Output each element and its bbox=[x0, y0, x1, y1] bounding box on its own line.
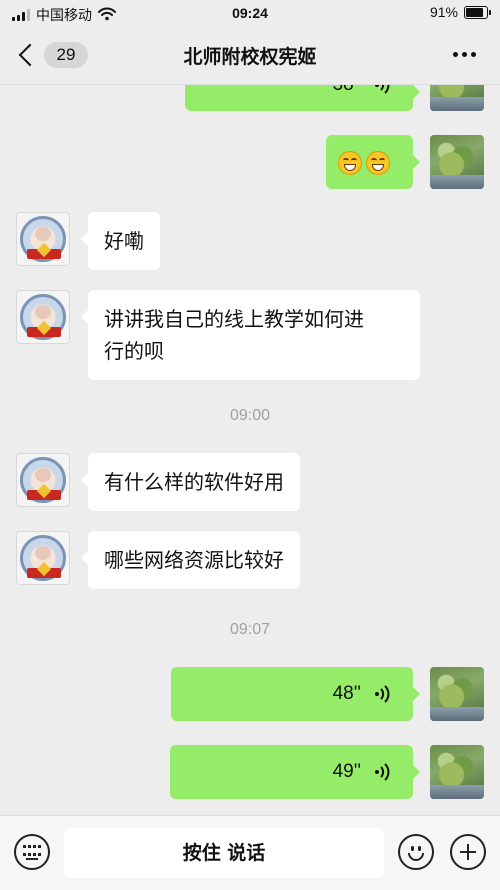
avatar-me[interactable] bbox=[430, 135, 484, 189]
voice-wave-icon bbox=[373, 762, 393, 782]
emoji-icon[interactable] bbox=[398, 834, 434, 870]
voice-duration: 48'' bbox=[332, 683, 361, 704]
avatar-contact[interactable] bbox=[16, 453, 70, 507]
keyboard-icon[interactable] bbox=[14, 834, 50, 870]
message-text-line: 行的呗 bbox=[104, 339, 164, 363]
battery-percent: 91% bbox=[429, 4, 458, 20]
voice-wave-icon bbox=[373, 85, 393, 95]
text-message[interactable]: 好嘞 bbox=[81, 212, 160, 270]
grinning-face-icon bbox=[366, 150, 390, 175]
chat-title: 北师附校权宪姬 bbox=[183, 46, 317, 68]
message-text: 好嘞 bbox=[104, 229, 144, 253]
timestamp: 09:07 bbox=[229, 621, 271, 638]
avatar-contact[interactable] bbox=[16, 212, 70, 266]
plus-icon[interactable] bbox=[450, 834, 486, 870]
voice-duration: 49'' bbox=[332, 761, 361, 782]
voice-message[interactable]: 48'' bbox=[171, 667, 420, 721]
voice-wave-icon bbox=[373, 684, 393, 704]
status-bar: 中国移动 09:24 91% bbox=[0, 0, 500, 28]
avatar-contact[interactable] bbox=[16, 290, 70, 344]
avatar-me[interactable] bbox=[430, 667, 484, 721]
timestamp: 09:00 bbox=[229, 407, 271, 424]
voice-duration: 38'' bbox=[333, 85, 361, 101]
text-message[interactable]: 有什么样的软件好用 bbox=[81, 453, 300, 511]
message-text: 有什么样的软件好用 bbox=[104, 470, 284, 494]
status-right: 91% bbox=[429, 4, 491, 20]
text-message[interactable]: 讲讲我自己的线上教学如何进 行的呗 bbox=[81, 290, 420, 380]
hold-to-talk-button[interactable]: 按住 说话 bbox=[64, 828, 384, 878]
avatar-me[interactable] bbox=[430, 85, 484, 111]
message-text-line: 讲讲我自己的线上教学如何进 bbox=[104, 307, 364, 331]
emoji-message[interactable] bbox=[326, 135, 420, 189]
message-text: 哪些网络资源比较好 bbox=[104, 548, 284, 572]
voice-message[interactable]: 49'' bbox=[170, 745, 420, 799]
avatar-me[interactable] bbox=[430, 745, 484, 799]
grinning-face-icon bbox=[338, 150, 362, 175]
text-message[interactable]: 哪些网络资源比较好 bbox=[81, 531, 300, 589]
status-time: 09:24 bbox=[232, 5, 268, 21]
more-icon[interactable] bbox=[453, 52, 476, 57]
voice-message[interactable]: 38'' bbox=[185, 85, 420, 111]
avatar-contact[interactable] bbox=[16, 531, 70, 585]
message-list[interactable]: 38'' 好嘞 讲讲我自己的线上教学如何进 行的呗 09:00 有什么样的软件好… bbox=[0, 85, 500, 815]
input-bar: 按住 说话 bbox=[0, 815, 500, 890]
chat-header: 29 北师附校权宪姬 bbox=[0, 28, 500, 85]
battery-icon bbox=[464, 5, 491, 19]
